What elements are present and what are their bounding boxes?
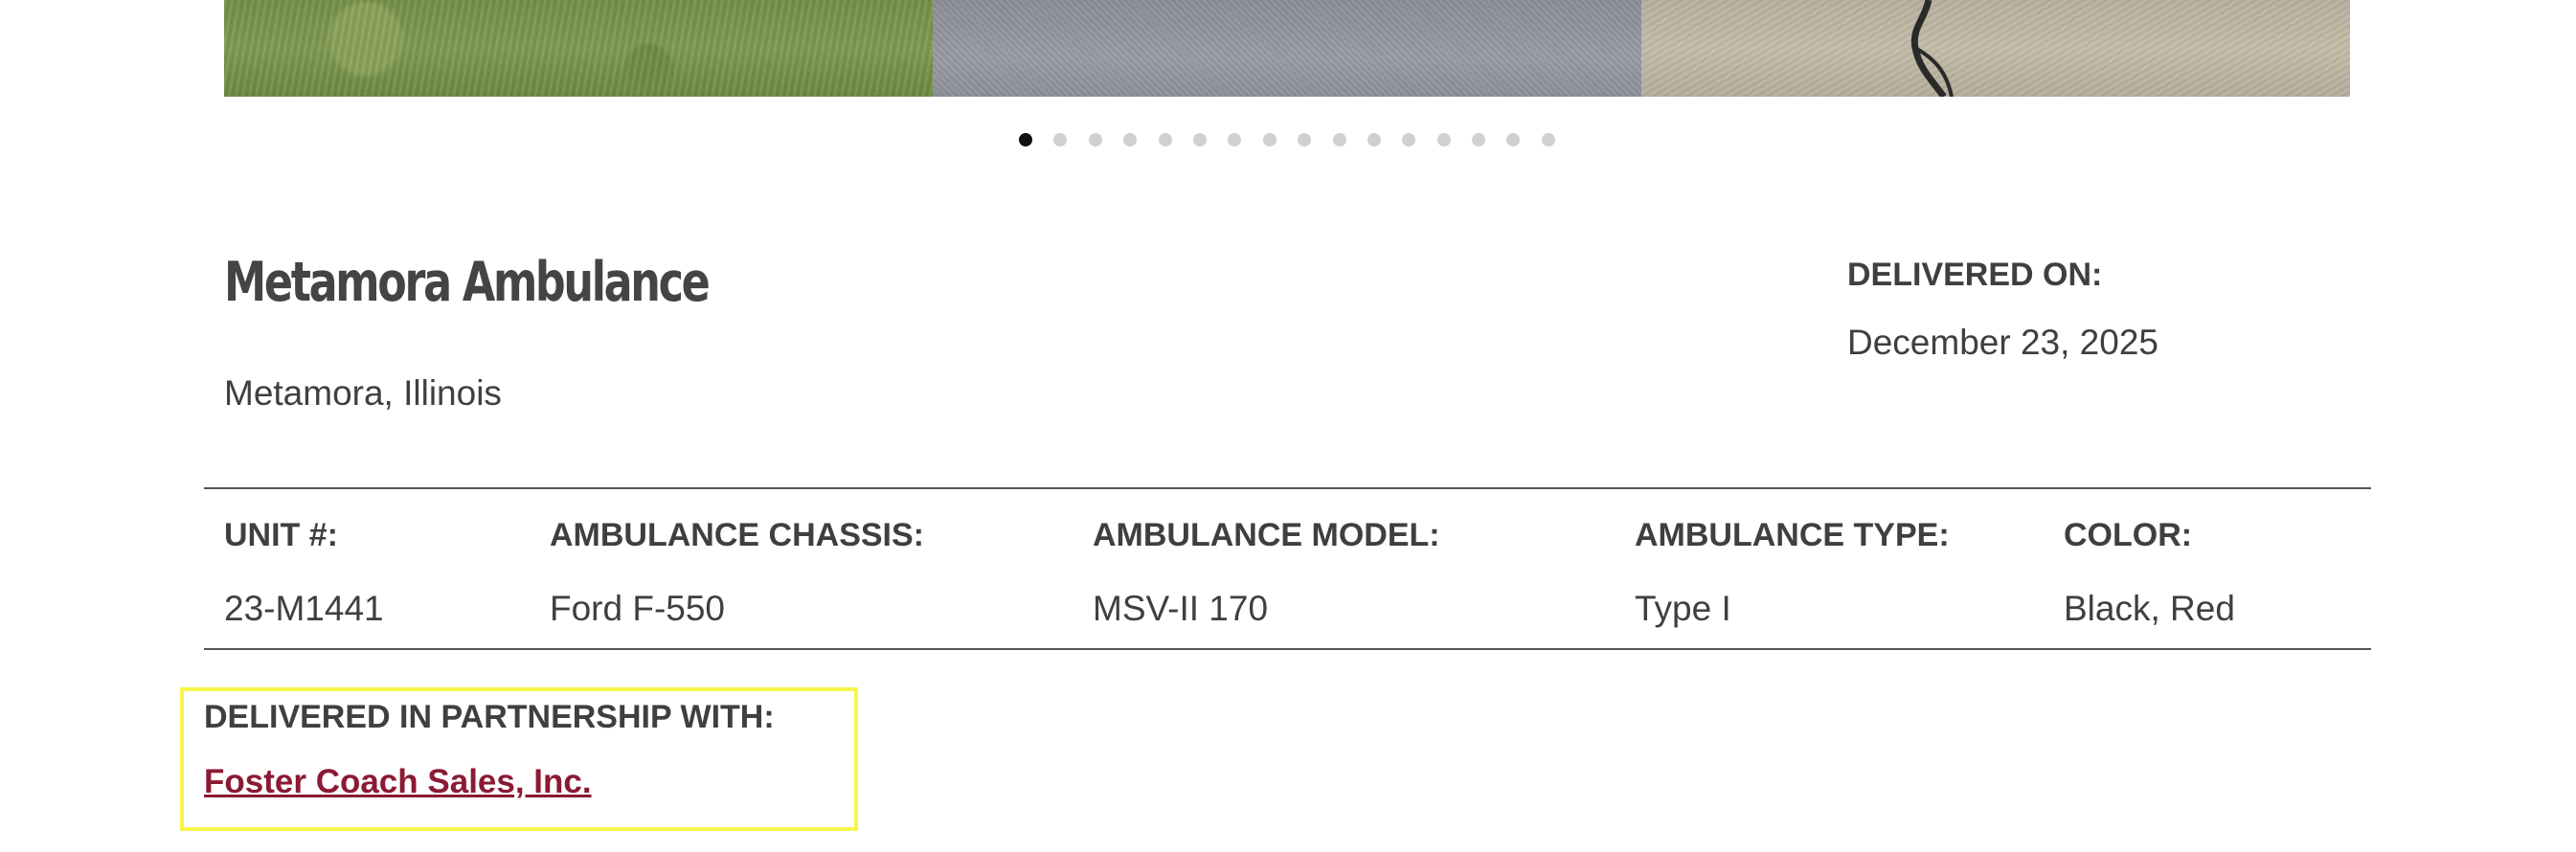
spec-label: AMBULANCE CHASSIS: — [550, 517, 924, 553]
gallery-dot[interactable] — [1228, 133, 1242, 146]
spec-label: UNIT #: — [224, 517, 338, 553]
spec-model: AMBULANCE MODEL: MSV-II 170 — [1093, 517, 1440, 629]
gallery-dot[interactable] — [1088, 133, 1102, 146]
page-title: Metamora Ambulance — [224, 251, 711, 314]
gallery-dot[interactable] — [1262, 133, 1277, 146]
gallery-photo-asphalt[interactable] — [933, 0, 1641, 97]
gallery-dot[interactable] — [1192, 133, 1207, 146]
spec-label: AMBULANCE TYPE: — [1635, 517, 1950, 553]
partner-link[interactable]: Foster Coach Sales, Inc. — [204, 763, 592, 801]
gallery-dot[interactable] — [1367, 133, 1381, 146]
gallery-dot[interactable] — [1472, 133, 1486, 146]
spec-label: COLOR: — [2064, 517, 2193, 553]
location-text: Metamora, Illinois — [224, 373, 502, 413]
specs-top-divider — [204, 487, 2371, 489]
spec-type: AMBULANCE TYPE: Type I — [1635, 517, 1950, 629]
spec-color: COLOR: Black, Red — [2064, 517, 2235, 629]
delivered-on-value: December 23, 2025 — [1847, 323, 2158, 362]
spec-label: AMBULANCE MODEL: — [1093, 517, 1440, 553]
gallery-dot[interactable] — [1019, 133, 1032, 146]
crack-graphic — [1910, 0, 1954, 97]
spec-unit: UNIT #: 23-M1441 — [224, 517, 384, 629]
photo-gallery[interactable] — [224, 0, 2350, 97]
partnership-label: DELIVERED IN PARTNERSHIP WITH: — [204, 699, 775, 735]
gallery-dot[interactable] — [1298, 133, 1312, 146]
spec-chassis: AMBULANCE CHASSIS: Ford F-550 — [550, 517, 924, 629]
specs-bottom-divider — [204, 648, 2371, 650]
delivered-on-label: DELIVERED ON: — [1847, 257, 2103, 293]
spec-value: Type I — [1635, 589, 1731, 628]
spec-value: MSV-II 170 — [1093, 589, 1269, 628]
gallery-dot[interactable] — [1053, 133, 1068, 146]
page: Metamora Ambulance Metamora, Illinois DE… — [0, 0, 2576, 852]
gallery-photo-grass[interactable] — [224, 0, 933, 97]
gallery-dot[interactable] — [1158, 133, 1172, 146]
gallery-pagination — [1019, 133, 1555, 146]
gallery-dot[interactable] — [1402, 133, 1416, 146]
gallery-dot[interactable] — [1332, 133, 1346, 146]
gallery-photo-concrete[interactable] — [1641, 0, 2350, 97]
spec-value: Ford F-550 — [550, 589, 726, 628]
gallery-dot[interactable] — [1123, 133, 1138, 146]
gallery-dot[interactable] — [1541, 133, 1555, 146]
gallery-dot[interactable] — [1506, 133, 1521, 146]
spec-value: Black, Red — [2064, 589, 2235, 628]
spec-value: 23-M1441 — [224, 589, 384, 628]
gallery-dot[interactable] — [1436, 133, 1451, 146]
